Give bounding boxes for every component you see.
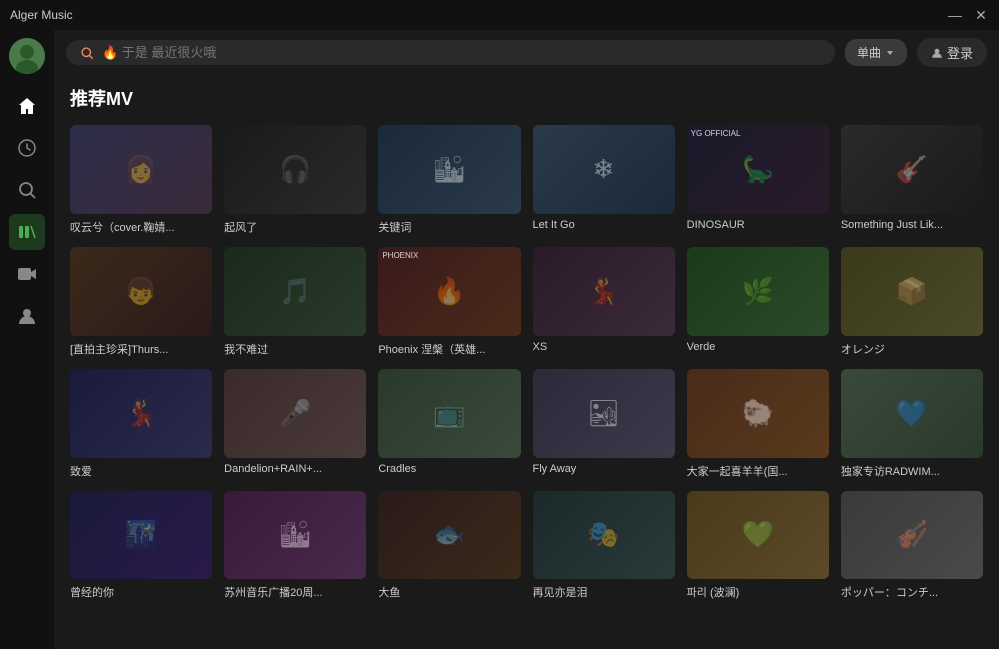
mv-card[interactable]: 📺Cradles [378,369,520,479]
search-icon [80,46,94,60]
mv-card[interactable]: 🐑大家一起喜羊羊(国... [687,369,829,479]
sidebar-recent[interactable] [9,130,45,166]
avatar[interactable] [9,38,45,74]
mv-card[interactable]: 🦕YG OFFICIALDINOSAUR [687,125,829,235]
mv-title: DINOSAUR [687,219,829,231]
mv-card[interactable]: 👦[直拍主珍采]Thurs... [70,247,212,357]
titlebar: Alger Music — ✕ [0,0,999,30]
mv-card[interactable]: 💃XS [533,247,675,357]
mv-card[interactable]: 👩叹云兮（cover.鞠婧... [70,125,212,235]
mv-title: 苏州音乐广播20周... [224,584,366,600]
mv-card[interactable]: 🎸Something Just Lik... [841,125,983,235]
searchbar: 单曲 登录 [54,30,999,75]
mv-card[interactable]: 💃致爱 [70,369,212,479]
mv-title: 大家一起喜羊羊(国... [687,463,829,479]
main-scroll[interactable]: 推荐MV 👩叹云兮（cover.鞠婧...🎧起风了🏙关键词❄Let It Go🦕… [54,75,999,649]
mv-title: ポッパー：コンチ... [841,584,983,600]
mv-title: 起风了 [224,219,366,235]
mv-card[interactable]: ❄Let It Go [533,125,675,235]
mv-title: 致爱 [70,463,212,479]
mv-title: 大鱼 [378,584,520,600]
app-title: Alger Music [10,8,73,22]
mv-title: Let It Go [533,219,675,231]
search-type-button[interactable]: 单曲 [845,39,907,66]
user-icon [931,47,943,59]
mv-card[interactable]: 🎭再见亦是泪 [533,491,675,601]
mv-card[interactable]: 🌿Verde [687,247,829,357]
mv-title: 再见亦是泪 [533,584,675,600]
mv-title: 我不难过 [224,341,366,357]
mv-card[interactable]: 🎵我不难过 [224,247,366,357]
app-body: 单曲 登录 推荐MV 👩叹云兮（cover.鞠婧...🎧起风了🏙关键词❄Let … [0,30,999,649]
login-button[interactable]: 登录 [917,38,987,67]
sidebar-search[interactable] [9,172,45,208]
minimize-button[interactable]: — [947,7,963,24]
mv-card[interactable]: 🌃曾经的你 [70,491,212,601]
close-button[interactable]: ✕ [973,7,989,24]
mv-title: オレンジ [841,341,983,357]
mv-title: Phoenix 涅槃（英雄... [378,341,520,357]
mv-card[interactable]: 🎻ポッパー：コンチ... [841,491,983,601]
mv-card[interactable]: 💙独家专访RADWIM... [841,369,983,479]
chevron-down-icon [885,48,895,58]
mv-title: Dandelion+RAIN+... [224,463,366,475]
mv-card[interactable]: 🎧起风了 [224,125,366,235]
mv-title: 关键词 [378,219,520,235]
mv-card[interactable]: 🎤Dandelion+RAIN+... [224,369,366,479]
mv-card[interactable]: 🏙苏州音乐广播20周... [224,491,366,601]
mv-card[interactable]: 🐟大鱼 [378,491,520,601]
mv-card[interactable]: 📦オレンジ [841,247,983,357]
sidebar-video[interactable] [9,256,45,292]
mv-title: Cradles [378,463,520,475]
mv-grid: 👩叹云兮（cover.鞠婧...🎧起风了🏙关键词❄Let It Go🦕YG OF… [70,125,983,600]
mv-card[interactable]: 🏙关键词 [378,125,520,235]
mv-title: Verde [687,341,829,353]
mv-title: Fly Away [533,463,675,475]
search-input-wrap[interactable] [66,40,835,65]
window-controls: — ✕ [947,7,989,24]
sidebar-home[interactable] [9,88,45,124]
mv-card[interactable]: 💚파리 (波澜) [687,491,829,601]
mv-title: 파리 (波澜) [687,584,829,600]
mv-title: XS [533,341,675,353]
sidebar [0,30,54,649]
mv-title: 叹云兮（cover.鞠婧... [70,219,212,235]
section-title: 推荐MV [70,85,983,111]
mv-title: 曾经的你 [70,584,212,600]
content-area: 单曲 登录 推荐MV 👩叹云兮（cover.鞠婧...🎧起风了🏙关键词❄Let … [54,30,999,649]
mv-title: [直拍主珍采]Thurs... [70,341,212,357]
sidebar-library[interactable] [9,214,45,250]
mv-card[interactable]: 🏜Fly Away [533,369,675,479]
mv-title: Something Just Lik... [841,219,983,231]
mv-card[interactable]: 🔥PHOENIXPhoenix 涅槃（英雄... [378,247,520,357]
search-input[interactable] [102,45,821,60]
mv-title: 独家专访RADWIM... [841,463,983,479]
sidebar-profile[interactable] [9,298,45,334]
